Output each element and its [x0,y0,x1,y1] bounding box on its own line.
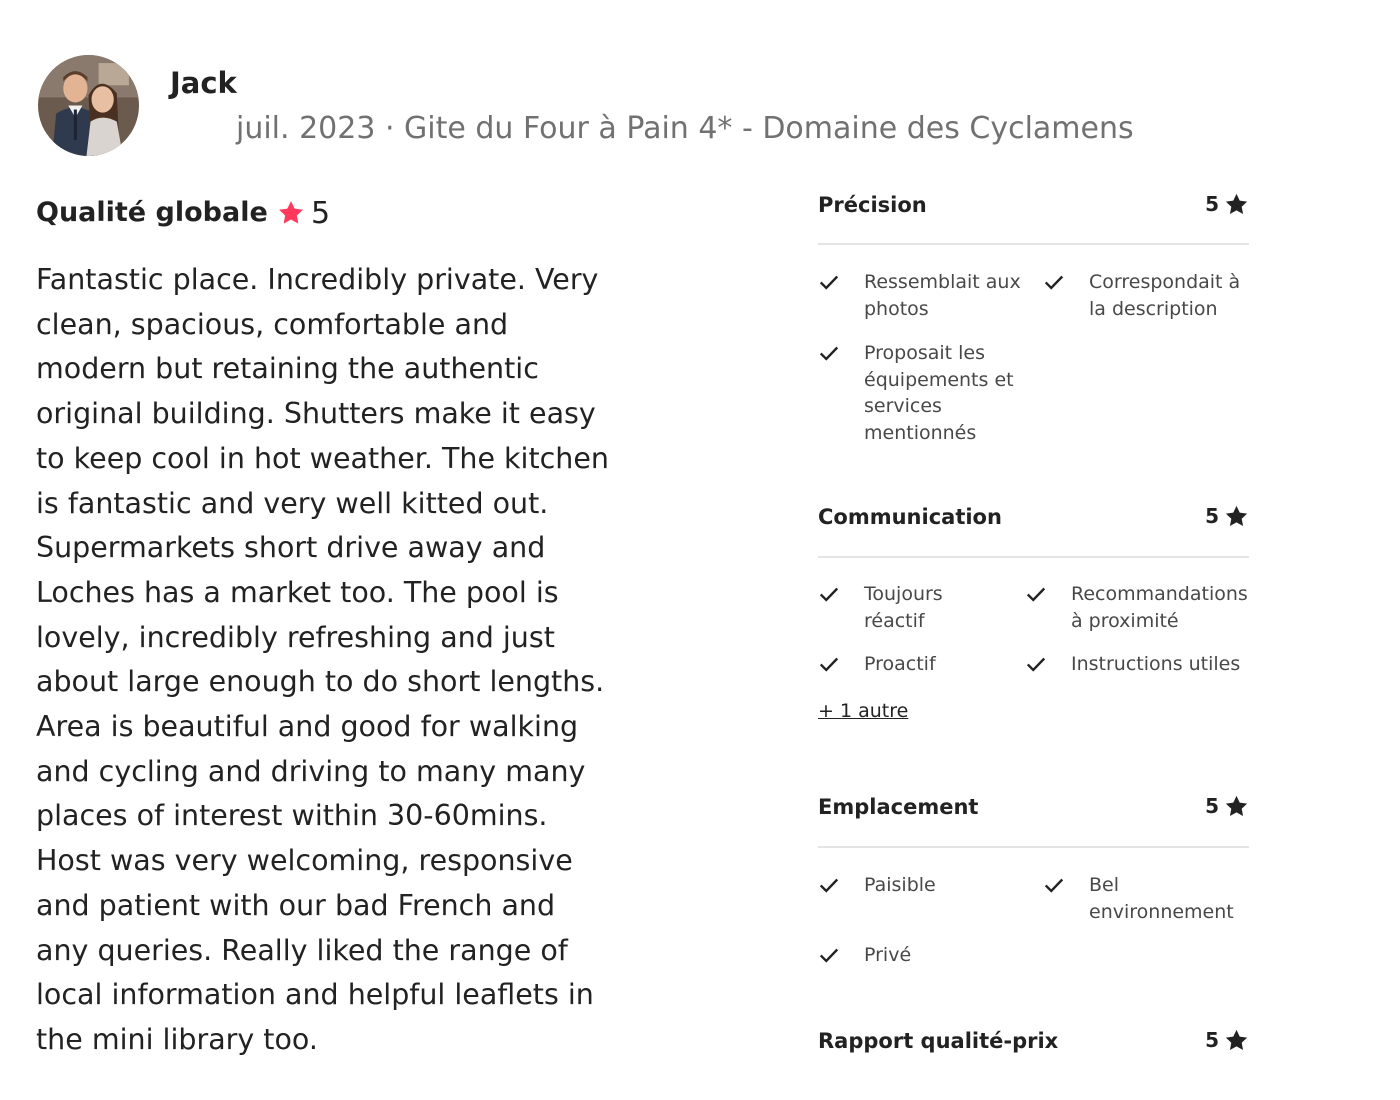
checkmark-icon [819,657,839,672]
avatar-photo-icon [38,55,139,156]
tag-label: Instructions utiles [1071,653,1241,675]
review-line: about large enough to do short lengths. [36,665,605,699]
review-line: the mini library too. [36,1022,318,1056]
tag-label: Paisible [864,874,936,896]
star-icon [1225,1029,1248,1050]
review-line: clean, spacious, comfortable and [36,307,509,341]
review-line: lovely, incredibly refreshing and just [36,620,555,654]
category-title: Précision [818,193,927,217]
show-more-link[interactable]: + 1 autre [818,697,908,725]
review-line: Loches has a market too. The pool is [36,575,559,609]
category-score: 5 [1205,504,1219,528]
review-line: Host was very welcoming, responsive [36,844,573,878]
checkmark-icon [1044,275,1064,290]
overall-rating-title: Qualité globale [36,197,268,228]
tag-label: Bel environnement [1089,874,1234,923]
tag-label: Proactif [864,653,936,675]
tag-label: Recommandations à proximité [1071,583,1248,632]
tag-label: Correspondait à la description [1089,271,1241,320]
divider [818,556,1249,558]
star-icon [1225,795,1248,816]
category-communication: Communication 5 [818,499,1249,535]
review-line: to keep cool in hot weather. The kitchen [36,441,609,475]
star-icon [1225,505,1248,526]
category-emplacement: Emplacement 5 [818,789,1249,825]
review-line: and patient with our bad French and [36,888,556,922]
reviewer-name: Jack [170,66,237,100]
category-precision: Précision 5 [818,187,1249,223]
tag-label: Proposait les équipements et services me… [864,342,1014,444]
star-icon [1225,193,1248,214]
tag-label: Ressemblait aux photos [864,271,1021,320]
star-icon [279,201,303,224]
review-line: Fantastic place. Incredibly private. Ver… [36,263,599,296]
category-value-for-money: Rapport qualité-prix 5 [818,1023,1249,1059]
checkmark-icon [819,275,839,290]
category-title: Emplacement [818,795,979,819]
review-line: any queries. Really liked the range of [36,933,568,967]
category-score: 5 [1205,1028,1219,1052]
reviewer-avatar[interactable] [38,55,139,156]
checkmark-icon [1026,657,1046,672]
review-line: Area is beautiful and good for walking [36,710,579,744]
tag-label: Privé [864,944,912,966]
review-line: places of interest within 30-60mins. [36,799,548,833]
review-line: and cycling and driving to many many [36,754,586,788]
stay-info: juil. 2023 · Gite du Four à Pain 4* - Do… [236,111,1134,146]
checkmark-icon [819,587,839,602]
checkmark-icon [1044,878,1064,893]
category-score: 5 [1205,192,1219,216]
checkmark-icon [819,948,839,963]
review-line: is fantastic and very well kitted out. [36,486,549,520]
review-line: original building. Shutters make it easy [36,397,596,431]
category-title: Rapport qualité-prix [818,1029,1059,1053]
divider [818,243,1249,245]
overall-rating-score: 5 [311,196,331,231]
review-line: local information and helpful leaflets i… [36,978,594,1012]
checkmark-icon [819,346,839,361]
review-line: Supermarkets short drive away and [36,531,546,565]
category-score: 5 [1205,794,1219,818]
divider [818,846,1249,848]
tag-label: Toujours réactif [864,583,943,632]
review-text: Fantastic place. Incredibly private. Ver… [36,258,609,1063]
review-line: modern but retaining the authentic [36,352,539,386]
checkmark-icon [819,878,839,893]
category-title: Communication [818,505,1002,529]
checkmark-icon [1026,587,1046,602]
